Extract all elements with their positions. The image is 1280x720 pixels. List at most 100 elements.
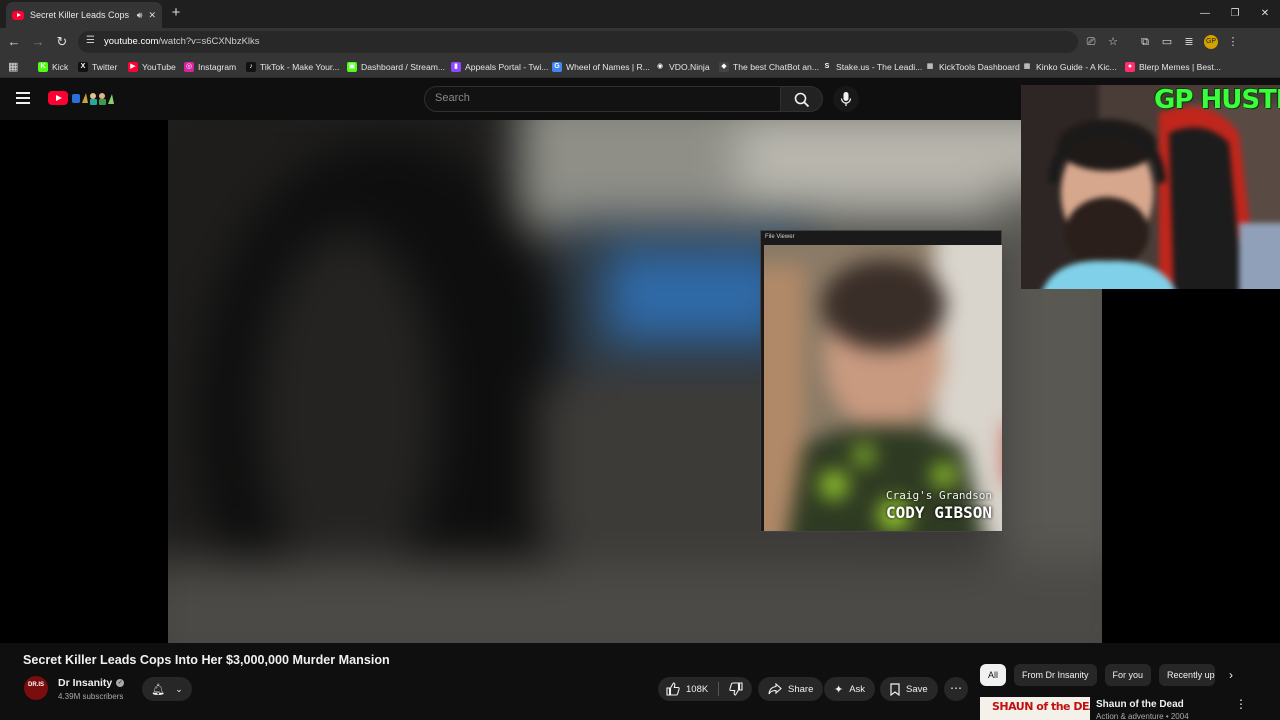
browser-menu-icon[interactable]: ⋮ xyxy=(1222,32,1244,52)
subscriber-count: 4.39M subscribers xyxy=(58,692,124,701)
bookmark-item[interactable]: X Twitter xyxy=(78,60,117,74)
dislike-button[interactable] xyxy=(720,677,752,701)
bookmark-label: TikTok - Make Your... xyxy=(260,62,340,72)
chevron-down-icon: ⌄ xyxy=(175,683,183,694)
voice-search-button[interactable] xyxy=(833,86,859,112)
recommendation-thumbnail[interactable]: SHAUN of the DEAD xyxy=(980,697,1090,720)
file-viewer-title: File Viewer xyxy=(765,234,795,240)
microphone-icon xyxy=(840,92,852,106)
bookmark-favicon-icon: ▮ xyxy=(451,62,461,72)
bookmark-item[interactable]: ▣ Dashboard / Stream... xyxy=(347,60,445,74)
restore-icon[interactable]: ❐ xyxy=(1220,0,1250,28)
bookmark-favicon-icon: K xyxy=(38,62,48,72)
share-button[interactable]: Share xyxy=(758,677,824,701)
channel-name[interactable]: Dr Insanity ✓ xyxy=(58,677,125,689)
bookmark-item[interactable]: ▮ Appeals Portal - Twi... xyxy=(451,60,548,74)
install-app-icon[interactable]: ⎚ xyxy=(1080,32,1102,52)
site-info-icon[interactable]: ☰ xyxy=(86,35,95,46)
search-icon xyxy=(794,92,810,108)
bookmark-label: Dashboard / Stream... xyxy=(361,62,446,72)
bookmark-favicon-icon: ◆ xyxy=(719,62,729,72)
bookmark-favicon-icon: ♪ xyxy=(246,62,256,72)
bookmark-item[interactable]: G Wheel of Names | R... xyxy=(552,60,650,74)
thumbs-up-icon xyxy=(666,682,680,696)
streamer-webcam-overlay: GP HUSTLA xyxy=(1021,85,1280,289)
bookmark-label: Twitter xyxy=(92,62,118,72)
reload-icon[interactable]: ↻ xyxy=(52,32,72,52)
chip-for-you[interactable]: For you xyxy=(1104,664,1152,686)
bookmark-item[interactable]: ◎ Instagram xyxy=(184,60,236,74)
more-vertical-icon[interactable]: ⋮ xyxy=(1234,697,1248,711)
bookmark-label: Appeals Portal - Twi... xyxy=(465,62,549,72)
back-icon[interactable]: ← xyxy=(4,32,24,52)
more-actions-button[interactable]: ⋯ xyxy=(944,677,968,701)
bookmark-item[interactable]: ◆ The best ChatBot an... xyxy=(719,60,819,74)
youtube-logo-icon[interactable] xyxy=(48,91,68,105)
save-button[interactable]: Save xyxy=(880,677,938,701)
bookmark-favicon-icon: ▦ xyxy=(925,62,935,72)
new-tab-button[interactable]: + xyxy=(168,4,184,22)
bookmark-item[interactable]: ◉ VDO.Ninja xyxy=(655,60,710,74)
bookmark-item[interactable]: K Kick xyxy=(38,60,68,74)
ask-button[interactable]: ✦ Ask xyxy=(824,677,876,701)
bookmark-label: Wheel of Names | R... xyxy=(566,62,650,72)
bookmark-label: Kick xyxy=(52,62,69,72)
minimize-icon[interactable]: — xyxy=(1190,0,1220,28)
sparkle-icon: ✦ xyxy=(834,683,844,696)
close-window-icon[interactable]: ✕ xyxy=(1250,0,1280,28)
youtube-doodle-icon[interactable] xyxy=(71,90,115,106)
channel-avatar[interactable]: DR.IS xyxy=(24,676,48,700)
recommendation-title[interactable]: Shaun of the Dead xyxy=(1096,699,1184,710)
window-controls: — ❐ ✕ xyxy=(1190,0,1280,28)
subscription-bell-button[interactable]: 🔔︎ ⌄ xyxy=(142,677,192,701)
bookmark-star-icon[interactable]: ☆ xyxy=(1102,32,1124,52)
recommendation-chips: All From Dr Insanity For you Recently up xyxy=(980,664,1216,686)
chip-all[interactable]: All xyxy=(980,664,1007,686)
caption-name: CODY GIBSON xyxy=(886,503,992,522)
like-count: 108K xyxy=(686,683,709,695)
share-icon xyxy=(768,683,782,695)
bookmark-favicon-icon: X xyxy=(78,62,88,72)
search-box xyxy=(424,86,781,112)
bookmark-item[interactable]: ♪ TikTok - Make Your... xyxy=(246,60,339,74)
bookmark-favicon-icon: S xyxy=(822,62,832,72)
bookmark-item[interactable]: S Stake.us - The Leadi... xyxy=(822,60,922,74)
extensions-icon[interactable]: ⧉ xyxy=(1134,32,1156,52)
bookmark-label: Blerp Memes | Best... xyxy=(1139,62,1221,72)
cast-icon[interactable]: ▭ xyxy=(1156,32,1178,52)
chip-recently-uploaded[interactable]: Recently up xyxy=(1159,664,1216,686)
menu-icon[interactable] xyxy=(16,92,30,104)
bookmark-label: Kinko Guide - A Kic... xyxy=(1036,62,1117,72)
thumbs-down-icon xyxy=(729,682,743,696)
forward-icon[interactable]: → xyxy=(28,32,48,52)
bookmark-item[interactable]: ▦ KickTools Dashboard xyxy=(925,60,1020,74)
bookmark-label: The best ChatBot an... xyxy=(733,62,819,72)
bookmark-favicon-icon: ▣ xyxy=(347,62,357,72)
video-title: Secret Killer Leads Cops Into Her $3,000… xyxy=(23,653,390,667)
bookmark-label: YouTube xyxy=(142,62,176,72)
search-input[interactable] xyxy=(435,92,755,104)
like-separator xyxy=(718,682,719,696)
media-controls-icon[interactable]: ≣ xyxy=(1178,32,1200,52)
bookmark-item[interactable]: ▦ Kinko Guide - A Kic... xyxy=(1022,60,1117,74)
like-button[interactable]: 108K xyxy=(658,677,718,701)
apps-grid-icon[interactable]: ▦ xyxy=(8,60,18,73)
close-tab-icon[interactable]: ✕ xyxy=(148,10,156,21)
video-frame[interactable]: File Viewer Craig's Grandson CODY GIBSON xyxy=(168,120,1102,643)
person-photo: Craig's Grandson CODY GIBSON xyxy=(764,245,1002,531)
recommendation-meta: Action & adventure • 2004 xyxy=(1096,712,1189,720)
more-horizontal-icon: ⋯ xyxy=(950,681,962,695)
bell-icon: 🔔︎ xyxy=(151,683,166,696)
bookmark-item[interactable]: ● Blerp Memes | Best... xyxy=(1125,60,1221,74)
like-dislike-group: 108K xyxy=(658,677,752,701)
chevron-right-icon[interactable]: › xyxy=(1222,666,1240,684)
search-button[interactable] xyxy=(781,86,823,112)
profile-avatar-icon[interactable]: GP xyxy=(1204,35,1218,49)
bookmark-favicon-icon: ▶ xyxy=(128,62,138,72)
chip-from-channel[interactable]: From Dr Insanity xyxy=(1014,664,1097,686)
bookmark-item[interactable]: ▶ YouTube xyxy=(128,60,176,74)
address-bar[interactable]: ☰ youtube.com/watch?v=s6CXNbzKlks xyxy=(78,31,1078,53)
speaker-icon[interactable]: 🔊︎ xyxy=(137,10,143,21)
bookmark-favicon-icon: ◎ xyxy=(184,62,194,72)
browser-tab-active[interactable]: Secret Killer Leads Cops Int 🔊︎ ✕ xyxy=(6,2,162,28)
